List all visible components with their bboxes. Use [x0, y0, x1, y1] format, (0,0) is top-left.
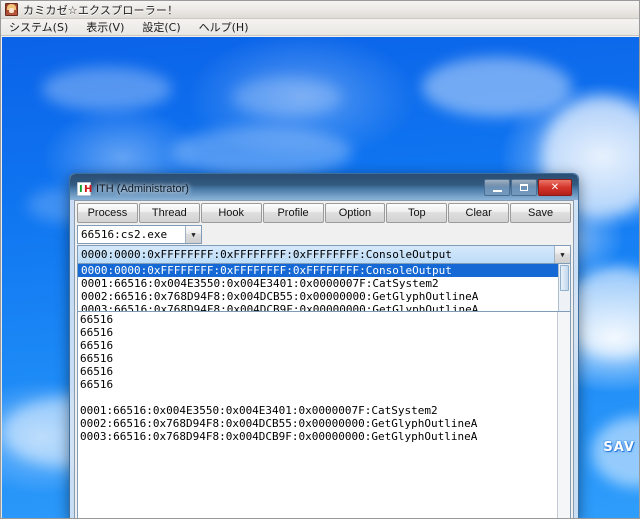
output-line: 0002:66516:0x768D94F8:0x004DCB55:0x00000…: [80, 417, 478, 430]
thread-select[interactable]: 0000:0000:0xFFFFFFFF:0xFFFFFFFF:0xFFFFFF…: [77, 245, 571, 264]
dropdown-scrollbar[interactable]: [558, 264, 570, 316]
cloud-icon: [172, 127, 352, 177]
ith-app-icon: I H: [77, 182, 93, 196]
scrollbar-thumb[interactable]: [560, 265, 569, 291]
cloud-icon: [42, 67, 172, 111]
close-button[interactable]: ✕: [538, 179, 572, 196]
thread-option-0[interactable]: 0000:0000:0xFFFFFFFF:0xFFFFFFFF:0xFFFFFF…: [78, 264, 570, 277]
outer-titlebar: カミカゼ☆エクスプローラー！: [1, 1, 639, 19]
game-application-window: カミカゼ☆エクスプローラー！ システム(S) 表示(V) 設定(C) ヘルプ(H…: [0, 0, 640, 519]
cloud-icon: [422, 57, 572, 117]
window-controls: ✕: [484, 179, 572, 196]
application-icon: [5, 3, 18, 16]
outer-window-title: カミカゼ☆エクスプローラー！: [23, 3, 179, 17]
chevron-down-icon[interactable]: ▼: [554, 246, 570, 263]
thread-dropdown-list[interactable]: 0000:0000:0xFFFFFFFF:0xFFFFFFFF:0xFFFFFF…: [77, 264, 571, 317]
save-button[interactable]: Save: [510, 203, 571, 223]
thread-option-2[interactable]: 0002:66516:0x768D94F8:0x004DCB55:0x00000…: [78, 290, 570, 303]
menu-item-settings[interactable]: 設定(C): [140, 18, 182, 36]
ith-icon-letter-h: H: [84, 184, 93, 195]
output-line: 0001:66516:0x004E3550:0x004E3401:0x00000…: [80, 404, 438, 417]
clear-button[interactable]: Clear: [448, 203, 510, 223]
maximize-icon: [520, 184, 528, 191]
ith-toolbar: Process Thread Hook Profile Option Top C…: [75, 201, 573, 223]
maximize-button[interactable]: [511, 179, 537, 196]
output-line: 66516: [80, 339, 114, 352]
game-save-label[interactable]: SAV: [603, 440, 635, 455]
output-line-blank: [80, 391, 568, 404]
top-button[interactable]: Top: [386, 203, 448, 223]
output-line: 66516: [80, 378, 114, 391]
outer-menubar: システム(S) 表示(V) 設定(C) ヘルプ(H): [1, 19, 639, 36]
ith-titlebar[interactable]: I H ITH (Administrator) ✕: [74, 178, 574, 200]
chevron-down-icon[interactable]: ▼: [185, 226, 201, 243]
output-line: 0003:66516:0x768D94F8:0x004DCB9F:0x00000…: [80, 430, 478, 443]
menu-item-help[interactable]: ヘルプ(H): [197, 18, 251, 36]
output-line: 66516: [80, 365, 114, 378]
process-select[interactable]: 66516:cs2.exe ▼: [77, 225, 202, 244]
minimize-icon: [492, 189, 502, 192]
process-select-value: 66516:cs2.exe: [81, 228, 168, 241]
thread-option-1[interactable]: 0001:66516:0x004E3550:0x004E3401:0x00000…: [78, 277, 570, 290]
ith-window-title: ITH (Administrator): [96, 183, 189, 195]
thread-button[interactable]: Thread: [138, 203, 200, 223]
thread-select-value: 0000:0000:0xFFFFFFFF:0xFFFFFFFF:0xFFFFFF…: [78, 246, 570, 263]
minimize-button[interactable]: [484, 179, 510, 196]
cloud-icon: [232, 77, 342, 117]
ith-window[interactable]: I H ITH (Administrator) ✕ Process Thread…: [69, 173, 579, 518]
output-scrollbar[interactable]: [557, 312, 570, 518]
menu-item-system[interactable]: システム(S): [7, 18, 70, 36]
profile-button[interactable]: Profile: [262, 203, 324, 223]
ith-icon-letter-i: I: [79, 184, 83, 195]
hook-button[interactable]: Hook: [200, 203, 262, 223]
output-text-pane[interactable]: 66516 66516 66516 66516 66516 66516 0001…: [77, 311, 571, 518]
output-line: 66516: [80, 352, 114, 365]
process-button[interactable]: Process: [77, 203, 138, 223]
menu-item-view[interactable]: 表示(V): [84, 18, 126, 36]
process-combo-row: 66516:cs2.exe ▼: [75, 223, 573, 245]
output-line: 66516: [80, 313, 114, 326]
option-button[interactable]: Option: [324, 203, 386, 223]
output-line: 66516: [80, 326, 114, 339]
ith-client-area: Process Thread Hook Profile Option Top C…: [74, 200, 574, 518]
